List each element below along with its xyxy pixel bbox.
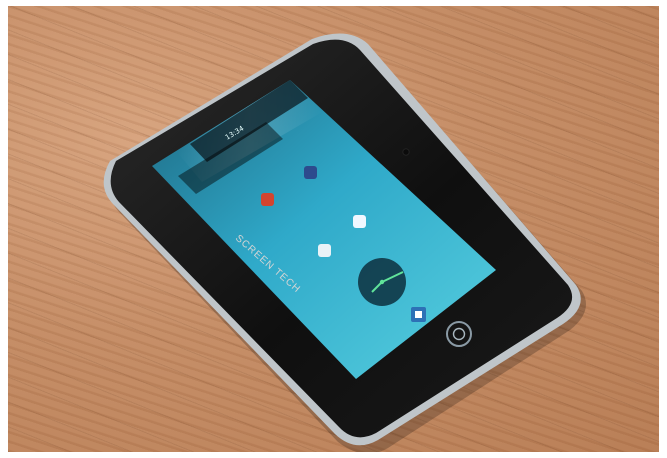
photo-illustration: SCREEN TECH 13:34 bbox=[103, 33, 586, 452]
app-icon[interactable] bbox=[261, 193, 274, 206]
front-camera bbox=[402, 148, 410, 156]
app-icon-inner bbox=[415, 311, 422, 318]
app-icon[interactable] bbox=[318, 244, 331, 257]
calendar-icon[interactable] bbox=[353, 215, 366, 228]
photo-scene: SCREEN TECH 13:34 bbox=[8, 6, 659, 452]
home-button[interactable] bbox=[446, 321, 472, 347]
app-icon[interactable] bbox=[304, 166, 317, 179]
